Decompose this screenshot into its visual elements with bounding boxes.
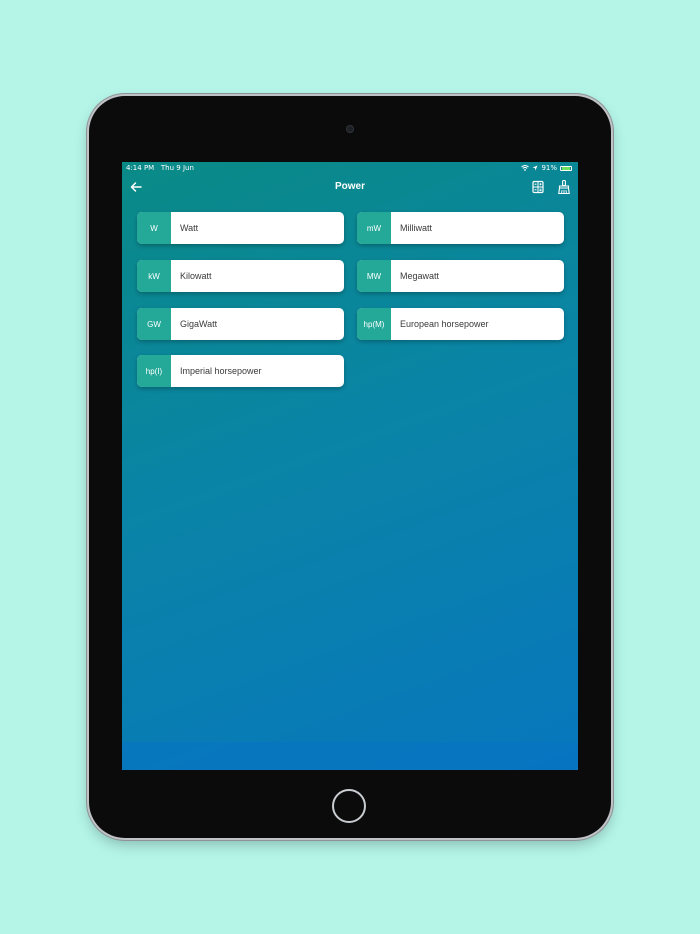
unit-symbol: MW	[357, 260, 391, 292]
status-bar: 4:14 PM Thu 9 Jun 91%	[122, 162, 578, 174]
unit-symbol: mW	[357, 212, 391, 244]
back-button[interactable]	[128, 179, 144, 195]
unit-card-kilowatt[interactable]: kW Kilowatt	[137, 260, 344, 292]
unit-symbol: GW	[137, 308, 171, 340]
battery-percent: 91%	[541, 164, 557, 172]
status-time-date: 4:14 PM Thu 9 Jun	[126, 162, 194, 174]
unit-card-european-horsepower[interactable]: hp(M) European horsepower	[357, 308, 564, 340]
home-button[interactable]	[332, 789, 366, 823]
page-title: Power	[334, 181, 365, 192]
unit-name: Megawatt	[400, 271, 440, 281]
calculator-icon	[532, 180, 544, 194]
tablet-device: 4:14 PM Thu 9 Jun 91% Power W Watt mW Mi…	[89, 96, 611, 838]
unit-card-gigawatt[interactable]: GW GigaWatt	[137, 308, 344, 340]
unit-symbol: hp(M)	[357, 308, 391, 340]
unit-symbol: hp(I)	[137, 355, 171, 387]
nav-bar: Power	[122, 174, 578, 200]
unit-card-milliwatt[interactable]: mW Milliwatt	[357, 212, 564, 244]
calculator-button[interactable]	[530, 179, 546, 195]
location-icon	[532, 165, 538, 171]
front-camera	[346, 125, 354, 133]
unit-symbol: W	[137, 212, 171, 244]
clear-button[interactable]	[556, 179, 572, 195]
unit-name: Milliwatt	[400, 223, 433, 233]
broom-icon	[558, 179, 570, 195]
unit-symbol: kW	[137, 260, 171, 292]
unit-card-watt[interactable]: W Watt	[137, 212, 344, 244]
unit-card-imperial-horsepower[interactable]: hp(I) Imperial horsepower	[137, 355, 344, 387]
status-indicators: 91%	[521, 162, 572, 174]
unit-name: GigaWatt	[180, 319, 218, 329]
unit-name: Kilowatt	[180, 271, 212, 281]
unit-name: European horsepower	[400, 319, 489, 329]
arrow-left-icon	[130, 182, 142, 192]
app-screen: 4:14 PM Thu 9 Jun 91% Power W Watt mW Mi…	[122, 162, 578, 770]
status-date: Thu 9 Jun	[160, 164, 194, 172]
unit-card-megawatt[interactable]: MW Megawatt	[357, 260, 564, 292]
battery-icon	[560, 165, 572, 171]
unit-name: Imperial horsepower	[180, 366, 262, 376]
unit-name: Watt	[180, 223, 199, 233]
status-time: 4:14 PM	[126, 164, 155, 172]
wifi-icon	[521, 165, 530, 171]
bottom-area	[122, 742, 578, 770]
